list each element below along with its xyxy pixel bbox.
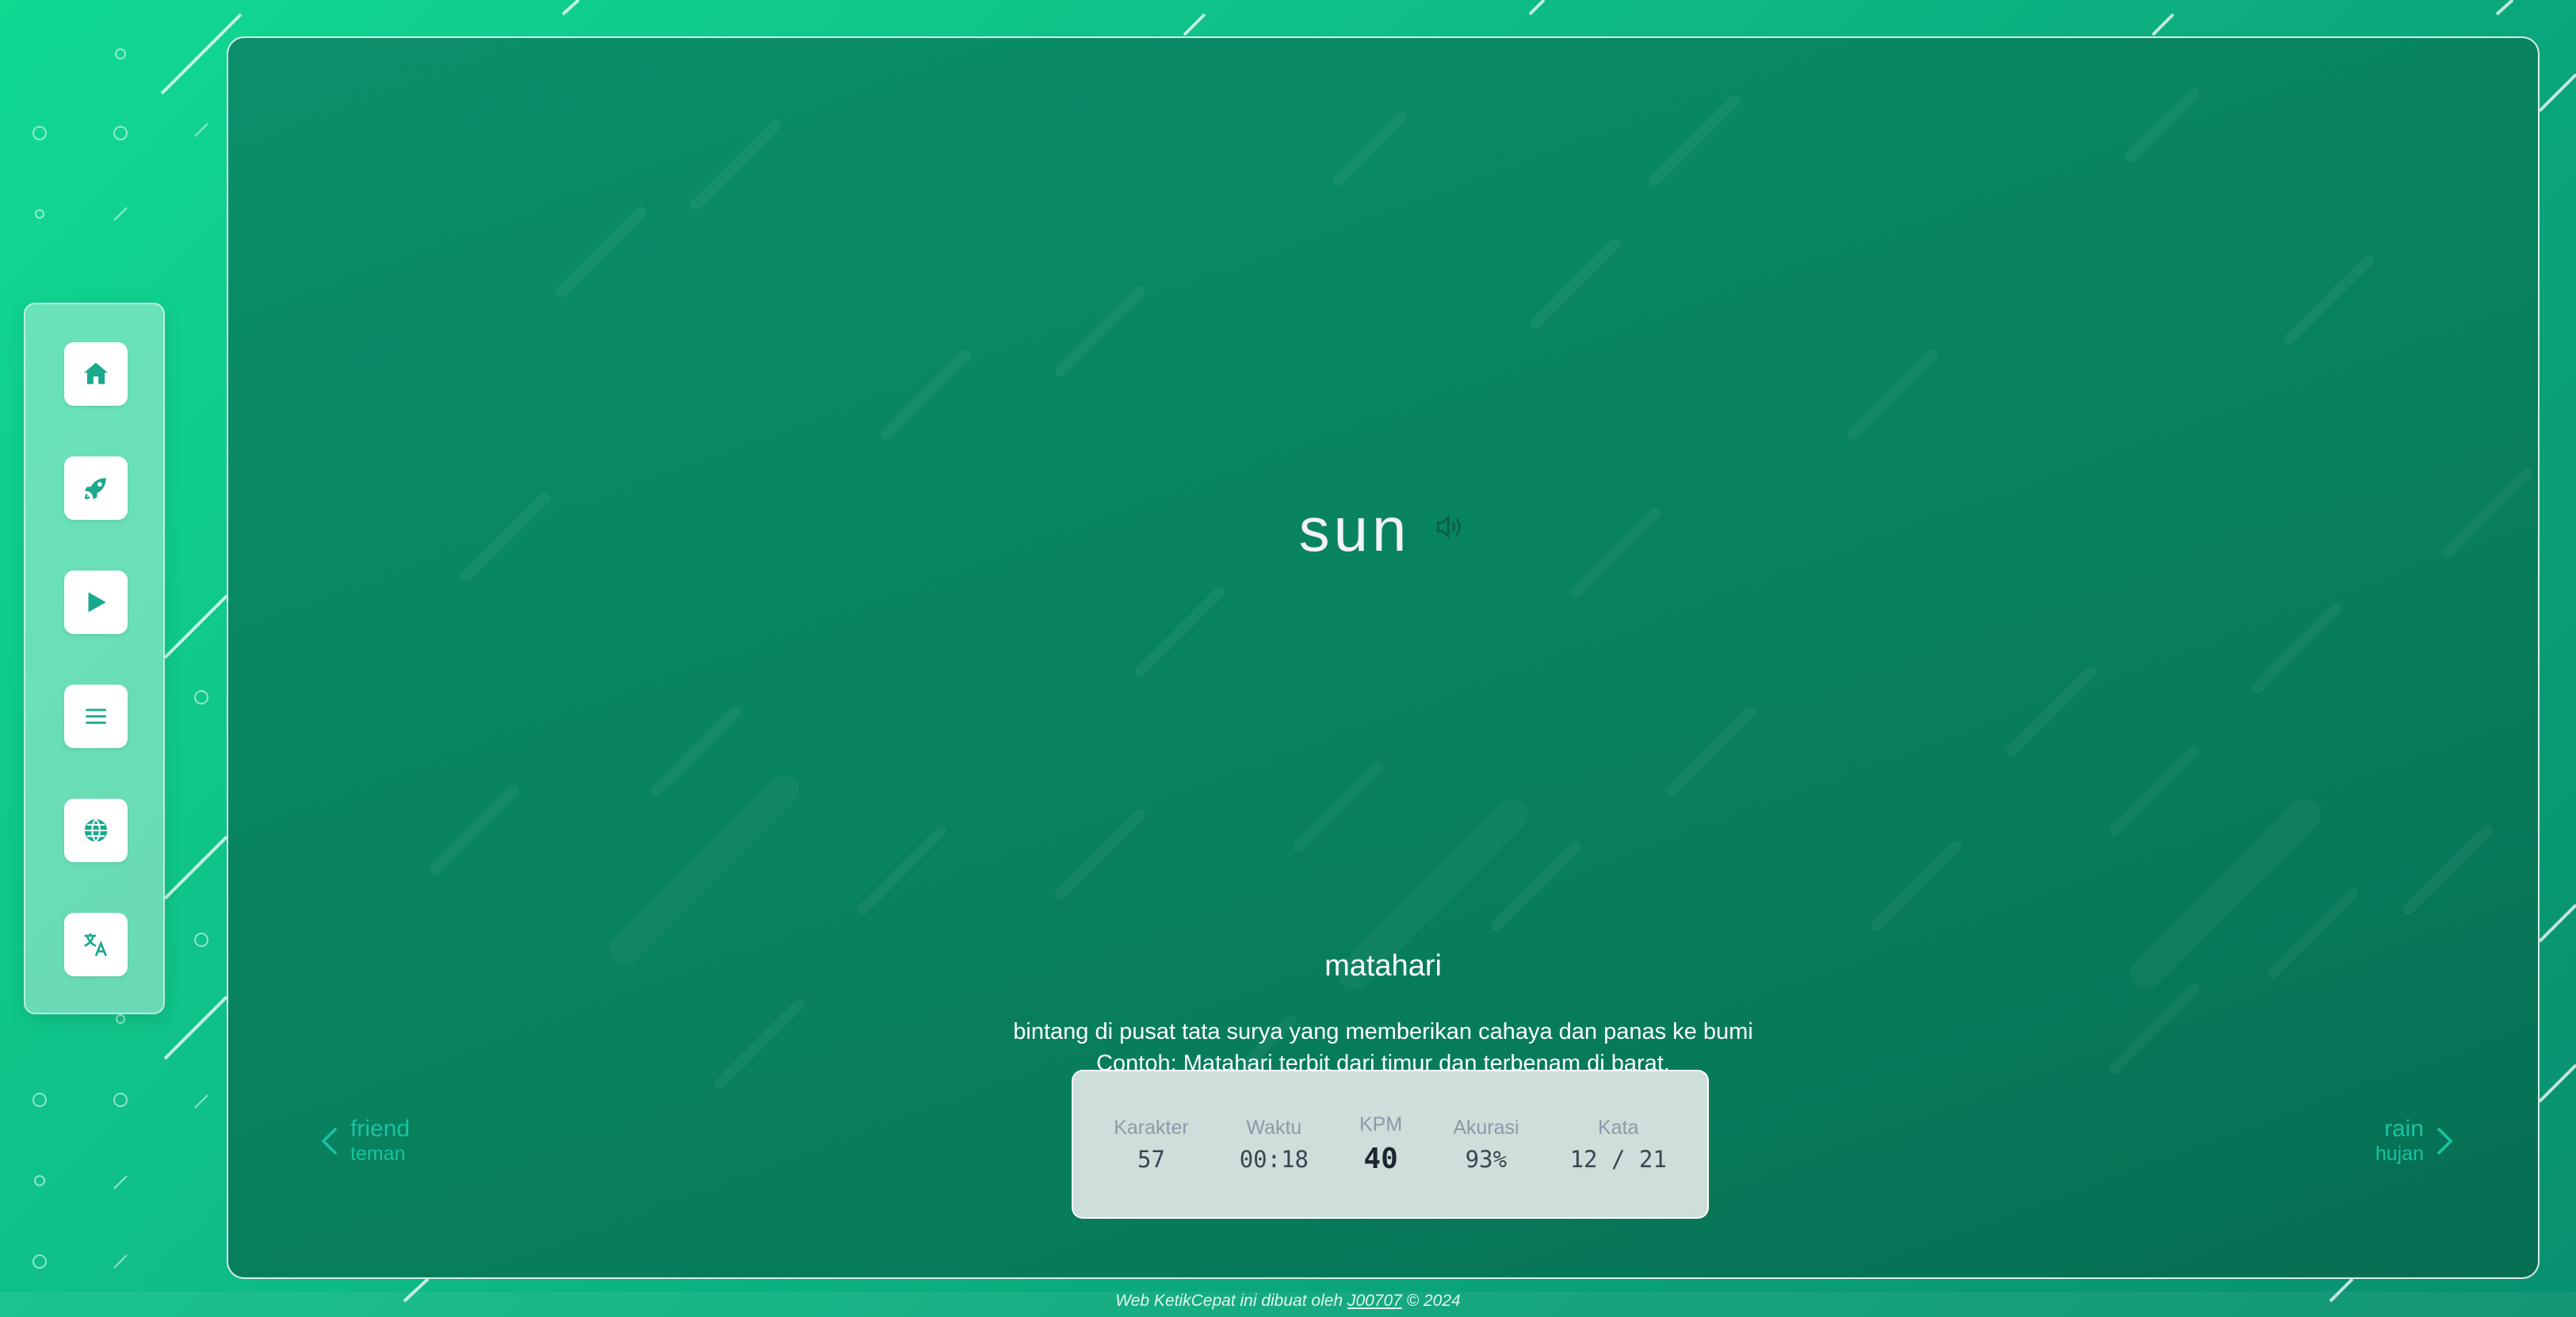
play-icon: [88, 592, 106, 613]
globe-button[interactable]: [64, 799, 128, 862]
stat-characters: Karakter 57: [1088, 1117, 1213, 1173]
word-translation: matahari: [1324, 949, 1442, 983]
target-word-area: sun: [228, 494, 2538, 566]
stat-value: 57: [1137, 1145, 1165, 1173]
stat-value: 40: [1363, 1143, 1398, 1175]
play-button[interactable]: [64, 571, 128, 634]
rocket-icon: [84, 478, 106, 500]
previous-word: friend: [350, 1116, 411, 1142]
stat-label: Kata: [1597, 1116, 1639, 1139]
rocket-button[interactable]: [64, 456, 128, 520]
home-icon: [83, 362, 109, 384]
next-translation: hujan: [2375, 1143, 2424, 1165]
chevron-right-icon: [2436, 1127, 2453, 1155]
stat-value: 93%: [1465, 1145, 1508, 1173]
stat-label: Akurasi: [1453, 1116, 1519, 1139]
stat-kpm: KPM 40: [1334, 1113, 1428, 1175]
stat-label: Waktu: [1246, 1116, 1302, 1139]
footer-suffix: © 2024: [1401, 1292, 1461, 1310]
footer: Web KetikCepat ini dibuat oleh J00707 © …: [0, 1292, 2576, 1311]
stat-accuracy: Akurasi 93%: [1428, 1117, 1544, 1173]
stats-panel: Karakter 57 Waktu 00:18 KPM 40 Akurasi 9…: [1072, 1070, 1709, 1219]
sidebar: [24, 303, 165, 1014]
globe-icon: [84, 819, 108, 842]
menu-icon: [86, 708, 106, 724]
translate-icon: [84, 933, 107, 956]
word-definition: bintang di pusat tata surya yang memberi…: [1013, 1019, 1753, 1044]
stat-words: Kata 12 / 21: [1545, 1117, 1692, 1173]
footer-prefix: Web KetikCepat ini dibuat oleh: [1115, 1292, 1347, 1310]
chevron-left-icon: [321, 1127, 338, 1155]
target-word: sun: [1298, 494, 1411, 564]
next-word-link[interactable]: rain hujan: [2375, 1116, 2454, 1166]
stat-label: Karakter: [1114, 1116, 1189, 1139]
home-button[interactable]: [64, 342, 128, 406]
previous-word-link[interactable]: friend teman: [320, 1116, 410, 1166]
stat-value: 12 / 21: [1569, 1145, 1667, 1173]
main-panel: sun matahari bintang di pusat tata surya…: [227, 36, 2540, 1279]
previous-translation: teman: [350, 1143, 406, 1165]
author-link[interactable]: J00707: [1347, 1292, 1402, 1310]
speaker-icon[interactable]: [1432, 510, 1467, 544]
menu-button[interactable]: [64, 685, 128, 748]
stat-value: 00:18: [1239, 1145, 1309, 1173]
next-word: rain: [2383, 1116, 2424, 1142]
stat-time: Waktu 00:18: [1214, 1117, 1334, 1173]
translate-button[interactable]: [64, 913, 128, 976]
stat-label: KPM: [1359, 1113, 1403, 1136]
